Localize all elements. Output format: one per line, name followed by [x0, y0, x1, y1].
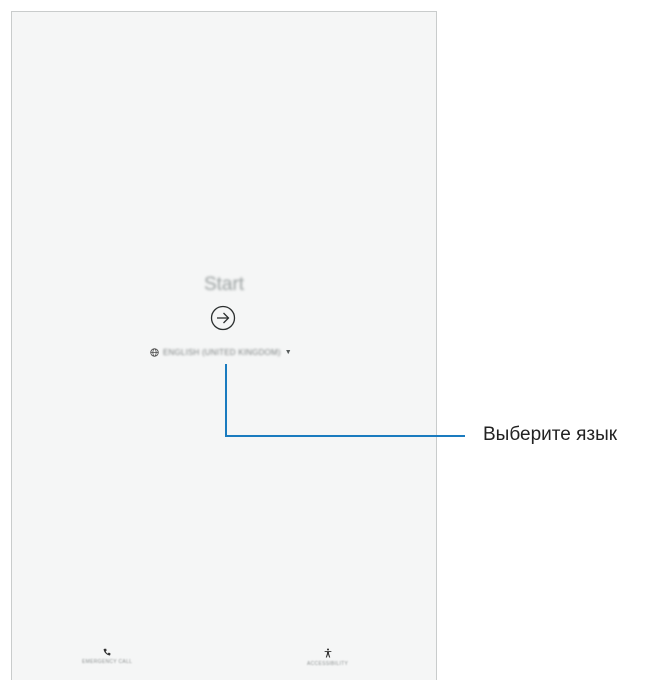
language-selector[interactable]: ENGLISH (UNITED KINGDOM) ▼: [150, 345, 300, 359]
language-label: ENGLISH (UNITED KINGDOM): [163, 347, 281, 357]
arrow-right-circle-icon: [210, 305, 236, 331]
caret-down-icon: ▼: [284, 348, 292, 356]
emergency-call-button[interactable]: EMERGENCY CALL: [82, 648, 132, 665]
globe-icon: [150, 347, 159, 357]
accessibility-label: ACCESSIBILITY: [307, 661, 349, 667]
accessibility-button[interactable]: ACCESSIBILITY: [307, 648, 348, 667]
phone-icon: [103, 648, 111, 656]
emergency-call-label: EMERGENCY CALL: [82, 659, 133, 665]
start-button[interactable]: [210, 305, 236, 331]
callout-label: Выберите язык: [483, 424, 618, 445]
start-title: Start: [203, 274, 245, 295]
callout-line-horizontal: [225, 435, 465, 437]
accessibility-icon: [324, 648, 331, 658]
callout-line-vertical: [225, 364, 227, 437]
device-screen: Start ENGLISH (UNITED KINGDOM) ▼ EMERGEN…: [11, 11, 437, 680]
